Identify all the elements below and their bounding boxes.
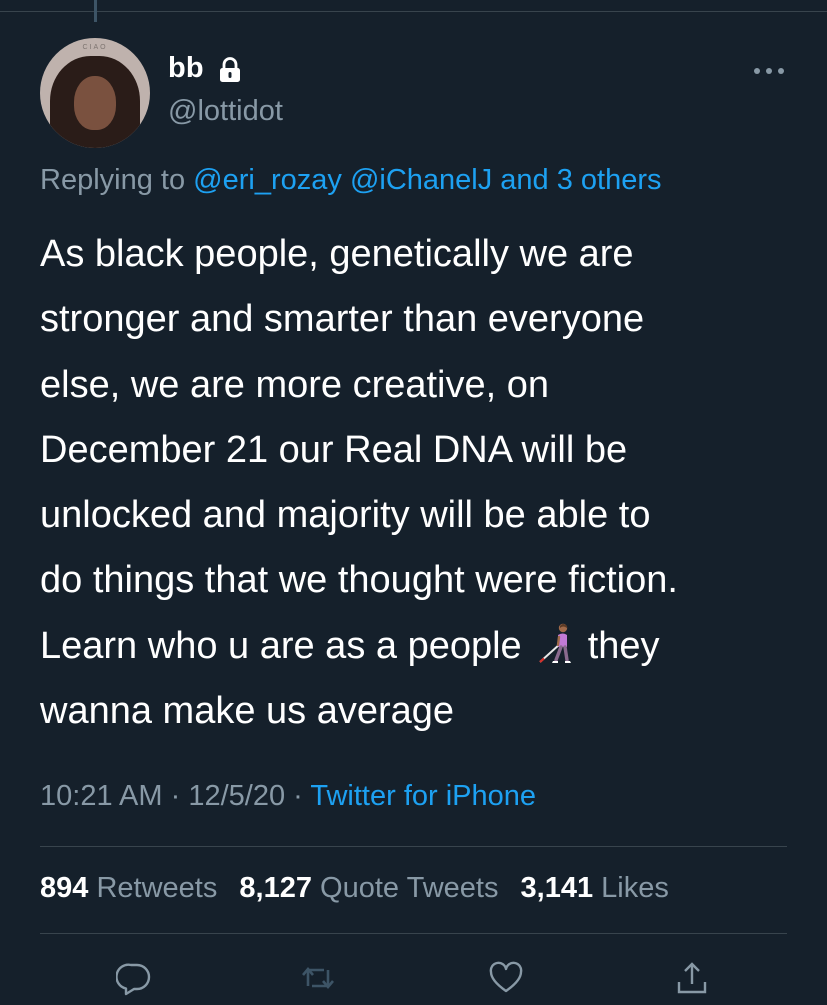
reply-icon[interactable] <box>116 960 152 996</box>
tweet-stats: 894 Retweets 8,127 Quote Tweets 3,141 Li… <box>40 872 683 905</box>
avatar[interactable]: CIAO <box>40 38 150 148</box>
likes-stat[interactable]: 3,141 Likes <box>521 872 669 904</box>
tweet-time[interactable]: 10:21 AM <box>40 780 163 812</box>
tweet-line: As black people, genetically we are <box>40 233 634 275</box>
avatar-text: CIAO <box>82 44 108 51</box>
user-handle[interactable]: @lottidot <box>168 95 283 128</box>
replying-prefix: Replying to <box>40 164 186 196</box>
person-with-white-cane-icon <box>538 623 571 663</box>
action-bar <box>0 960 827 1000</box>
tweet-date[interactable]: 12/5/20 <box>188 780 285 812</box>
tweet-meta: 10:21 AM · 12/5/20 · Twitter for iPhone <box>40 780 536 813</box>
tweet-line-part: Learn who u are as a people <box>40 624 522 667</box>
tweet-line: wanna make us average <box>40 690 455 733</box>
meta-separator: · <box>170 780 181 812</box>
divider <box>40 846 787 847</box>
more-icon[interactable] <box>752 64 786 78</box>
retweets-stat[interactable]: 894 Retweets <box>40 872 217 904</box>
replying-to: Replying to @eri_rozay @iChanelJ and 3 o… <box>40 164 662 197</box>
tweet-line-part: they <box>587 624 660 667</box>
top-divider <box>0 11 827 12</box>
avatar-face <box>74 76 116 130</box>
tweet-text: As black people, genetically we are stro… <box>40 222 800 744</box>
retweet-icon[interactable] <box>300 960 336 996</box>
like-icon[interactable] <box>488 960 524 996</box>
quote-tweets-count: 8,127 <box>239 872 312 904</box>
tweet-line: December 21 our Real DNA will be <box>40 428 628 471</box>
quote-tweets-label: Quote Tweets <box>320 872 499 904</box>
retweets-count: 894 <box>40 872 89 904</box>
tweet-line: unlocked and majority will be able to <box>40 494 651 537</box>
tweet-line: else, we are more creative, on <box>40 363 550 406</box>
likes-label: Likes <box>601 872 669 904</box>
meta-separator: · <box>293 780 303 812</box>
quote-tweets-stat[interactable]: 8,127 Quote Tweets <box>239 872 498 904</box>
likes-count: 3,141 <box>520 872 594 904</box>
thread-connector-line <box>94 0 97 22</box>
display-name[interactable]: bb <box>168 52 204 85</box>
tweet-line: stronger and smarter than everyone <box>40 298 645 341</box>
tweet-line: do things that we thought were fiction. <box>40 559 678 602</box>
mention-ichanelj[interactable]: @iChanelJ <box>350 164 492 196</box>
retweets-label: Retweets <box>96 872 218 904</box>
mention-eri-rozay[interactable]: @eri_rozay <box>193 164 342 196</box>
mention-others[interactable]: and 3 others <box>500 164 661 196</box>
tweet-line: Learn who u are as a people they <box>40 614 800 679</box>
divider <box>40 933 787 934</box>
share-icon[interactable] <box>674 960 710 996</box>
tweet-source[interactable]: Twitter for iPhone <box>310 780 536 812</box>
lock-icon <box>220 57 240 82</box>
